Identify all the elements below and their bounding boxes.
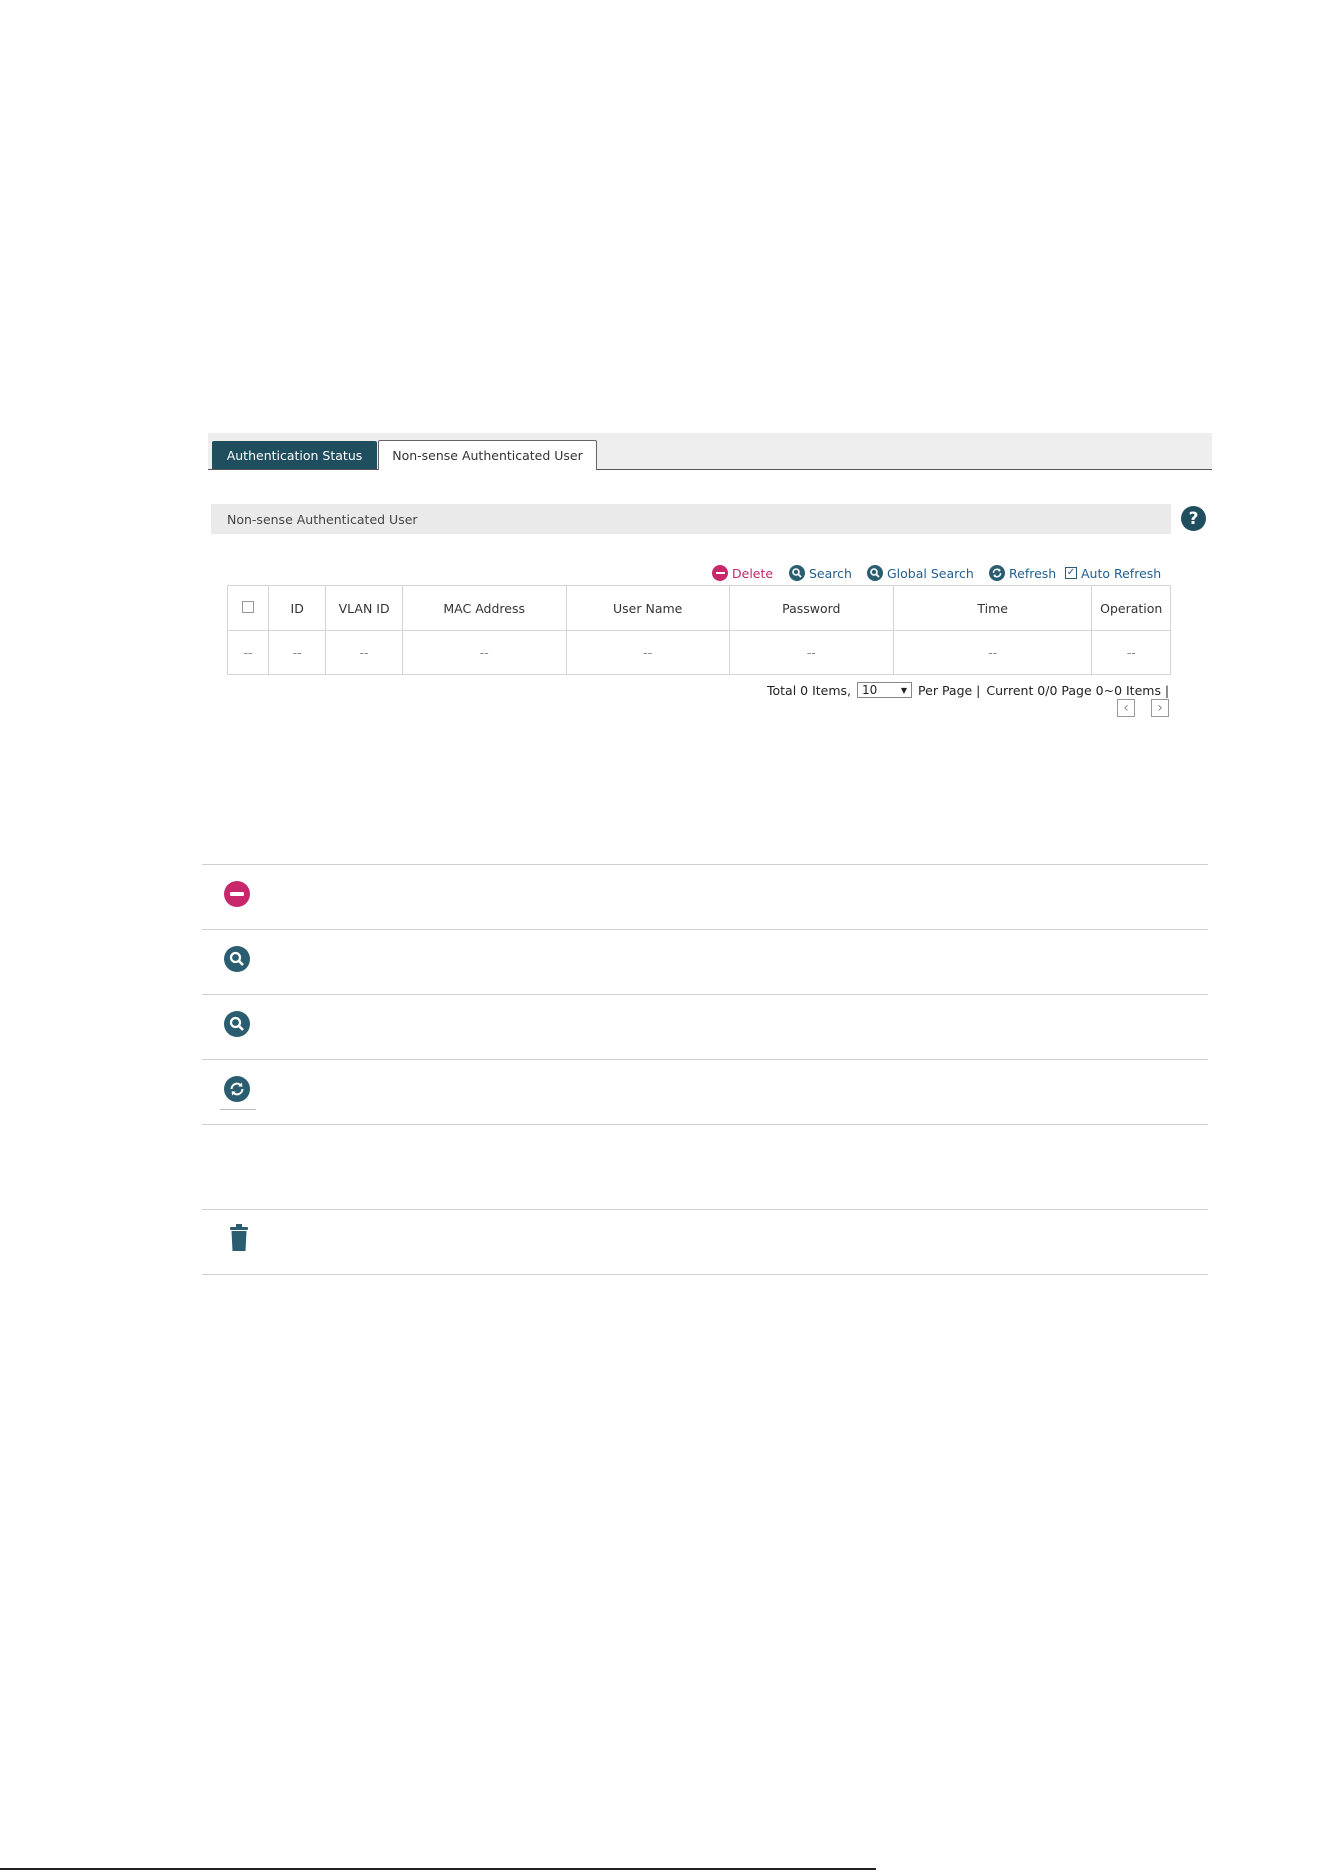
search-icon <box>224 946 250 972</box>
table-header-row: ID VLAN ID MAC Address User Name Passwor… <box>227 585 1171 631</box>
legend-row <box>202 1209 1208 1275</box>
table-cell: -- <box>892 630 1093 675</box>
delete-button[interactable]: Delete <box>712 564 773 582</box>
global-search-icon <box>867 565 883 581</box>
chevron-left-icon: ‹ <box>1123 700 1129 716</box>
refresh-icon <box>224 1076 250 1102</box>
global-search-icon <box>224 1011 250 1037</box>
dropdown-arrow-icon: ▼ <box>900 685 908 695</box>
section-header: Non-sense Authenticated User <box>211 504 1171 534</box>
current-page-label: Current 0/0 Page 0~0 Items | <box>986 682 1170 698</box>
search-button[interactable]: Search <box>789 564 852 582</box>
column-header[interactable]: VLAN ID <box>325 585 403 631</box>
table-cell: -- <box>1091 630 1171 675</box>
select-all-cell[interactable] <box>227 585 269 631</box>
checkbox-checked-icon: ✓ <box>1065 567 1077 579</box>
users-table: ID VLAN ID MAC Address User Name Passwor… <box>227 585 1171 675</box>
search-icon <box>789 565 805 581</box>
delete-icon <box>224 881 250 907</box>
legend-row <box>202 1124 1208 1209</box>
total-items-label: Total 0 Items, <box>767 682 852 698</box>
previous-page-button[interactable]: ‹ <box>1117 699 1135 717</box>
refresh-icon <box>989 565 1005 581</box>
column-header[interactable]: Operation <box>1091 585 1171 631</box>
column-header[interactable]: Password <box>728 585 894 631</box>
column-header[interactable]: Time <box>892 585 1093 631</box>
table-cell: -- <box>728 630 894 675</box>
refresh-button[interactable]: Refresh <box>989 564 1056 582</box>
per-page-label: Per Page | <box>918 682 981 698</box>
page-divider <box>0 1868 876 1870</box>
legend-row <box>202 864 1208 929</box>
column-header[interactable]: MAC Address <box>401 585 567 631</box>
divider <box>220 1109 256 1110</box>
table-cell: -- <box>401 630 567 675</box>
table-row: -- -- -- -- -- -- -- -- <box>227 630 1171 675</box>
table-cell: -- <box>325 630 403 675</box>
help-icon[interactable]: ? <box>1181 506 1206 531</box>
column-header[interactable]: User Name <box>565 585 730 631</box>
table-cell: -- <box>565 630 730 675</box>
chevron-right-icon: › <box>1157 700 1163 716</box>
per-page-select[interactable]: 10 ▼ <box>857 682 913 698</box>
select-all-checkbox[interactable] <box>241 600 254 613</box>
next-page-button[interactable]: › <box>1151 699 1169 717</box>
delete-icon <box>712 565 728 581</box>
legend-row <box>202 929 1208 994</box>
table-cell: -- <box>227 630 269 675</box>
pagination-bar: Total 0 Items, 10 ▼ Per Page | Current 0/… <box>767 682 1169 698</box>
global-search-button[interactable]: Global Search <box>867 564 974 582</box>
trash-icon <box>230 1224 248 1252</box>
legend-row <box>202 1059 1208 1124</box>
section-title: Non-sense Authenticated User <box>227 511 418 527</box>
table-cell: -- <box>267 630 327 675</box>
column-header[interactable]: ID <box>267 585 327 631</box>
legend-row <box>202 994 1208 1059</box>
tab-authentication-status[interactable]: Authentication Status <box>212 441 377 469</box>
tab-non-sense-authenticated-user[interactable]: Non-sense Authenticated User <box>378 440 597 470</box>
icon-legend <box>202 864 1208 1275</box>
auto-refresh-checkbox[interactable]: ✓ Auto Refresh <box>1065 564 1161 582</box>
